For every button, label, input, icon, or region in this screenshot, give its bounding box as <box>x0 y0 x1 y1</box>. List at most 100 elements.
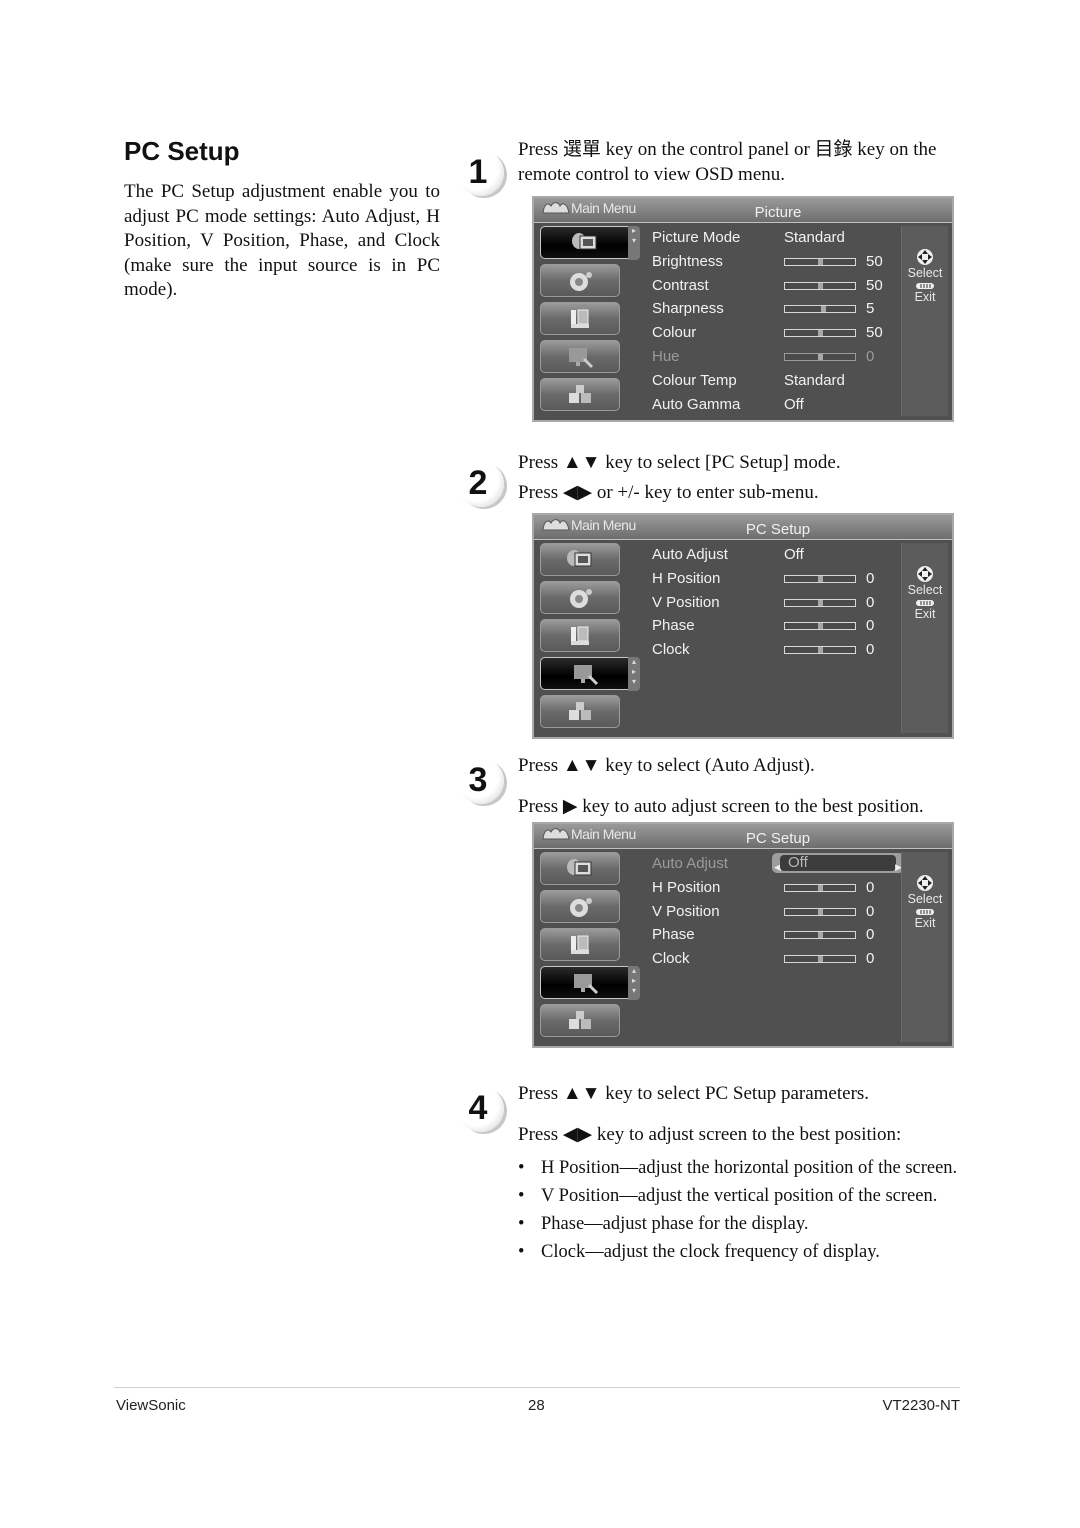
menu-key-icon <box>916 909 934 915</box>
osd-slider[interactable] <box>784 598 856 607</box>
osd-item[interactable]: H Position 0 <box>652 567 914 591</box>
osd-slider[interactable] <box>784 622 856 631</box>
osd-tab-setup[interactable] <box>540 1004 620 1037</box>
osd-item-number: 0 <box>866 878 875 896</box>
osd-item[interactable]: Auto Adjust Off <box>652 543 914 567</box>
osd-slider[interactable] <box>784 883 856 892</box>
display-icon <box>566 307 594 331</box>
slider-thumb[interactable] <box>818 282 823 289</box>
osd-tab-audio[interactable] <box>540 581 620 614</box>
osd-item[interactable]: V Position 0 <box>652 591 914 615</box>
osd-item[interactable]: Phase 0 <box>652 923 914 947</box>
osd-tab-setup[interactable] <box>540 695 620 728</box>
osd-help-panel: Select Exit <box>901 543 948 733</box>
slider-thumb[interactable] <box>818 884 823 891</box>
osd-item-label: Brightness <box>652 252 723 270</box>
slider-thumb[interactable] <box>818 647 823 654</box>
osd-item[interactable]: Auto Gamma Off <box>652 393 914 417</box>
pc-setup-icon <box>566 345 594 369</box>
select-hint: Select <box>907 583 943 597</box>
osd-slider[interactable] <box>784 646 856 655</box>
step-1-badge: 1 <box>458 150 504 196</box>
osd-slider[interactable] <box>784 329 856 338</box>
slider-thumb[interactable] <box>821 306 826 313</box>
step-2-line-2: Press ◀▶ or +/- key to enter sub-menu. <box>518 482 819 503</box>
osd-item-label: Colour Temp <box>652 371 737 389</box>
osd-slider[interactable] <box>784 281 856 290</box>
osd-tab-display[interactable] <box>540 302 620 335</box>
osd-item-number: 0 <box>866 902 875 920</box>
osd-slider[interactable] <box>784 574 856 583</box>
osd-item-label: Auto Adjust <box>652 855 728 872</box>
osd-item[interactable]: Clock 0 <box>652 947 914 971</box>
audio-icon <box>566 895 594 919</box>
osd-value-selector[interactable]: ◀ Off ▶ <box>772 853 904 873</box>
step-4-line-2: Press ◀▶ key to adjust screen to the bes… <box>518 1124 902 1145</box>
navigation-pad-icon <box>917 249 933 265</box>
osd-tab-audio[interactable] <box>540 264 620 297</box>
osd-slider[interactable] <box>784 352 856 361</box>
osd-header: Main Menu PC Setup <box>534 824 952 849</box>
step-3-badge: 3 <box>458 758 504 804</box>
setup-icon <box>566 700 594 724</box>
slider-thumb[interactable] <box>818 353 823 360</box>
osd-slider[interactable] <box>784 907 856 916</box>
step-2-line-1: Press ▲▼ key to select [PC Setup] mode. <box>518 452 841 473</box>
slider-thumb[interactable] <box>818 330 823 337</box>
slider-thumb[interactable] <box>818 956 823 963</box>
osd-sidebar: ▴ ▸ ▾ <box>536 850 640 1044</box>
osd-slider[interactable] <box>784 955 856 964</box>
osd-item[interactable]: Brightness 50 <box>652 250 914 274</box>
osd-item-number: 50 <box>866 276 883 294</box>
osd-tab-picture[interactable] <box>540 852 620 885</box>
osd-item[interactable]: H Position 0 <box>652 876 914 900</box>
osd-item[interactable]: Picture Mode Standard <box>652 226 914 250</box>
slider-thumb[interactable] <box>818 575 823 582</box>
osd-tab-setup[interactable] <box>540 378 620 411</box>
osd-tab-display[interactable] <box>540 619 620 652</box>
osd-item[interactable]: Contrast 50 <box>652 274 914 298</box>
osd-item[interactable]: Colour Temp Standard <box>652 369 914 393</box>
osd-tab-display[interactable] <box>540 928 620 961</box>
osd-item-label: Hue <box>652 347 680 365</box>
osd-tab-picture[interactable] <box>540 543 620 576</box>
slider-thumb[interactable] <box>818 599 823 606</box>
osd-item-list: Picture Mode Standard Brightness 50 Contrast… <box>652 226 914 416</box>
osd-item-number: 0 <box>866 950 875 968</box>
osd-item-label: Phase <box>652 617 695 635</box>
osd-item[interactable]: Hue 0 <box>652 345 914 369</box>
osd-tab-pc-setup[interactable] <box>540 966 632 999</box>
osd-item-number: 0 <box>866 593 875 611</box>
picture-icon <box>566 548 594 572</box>
parameter-item: • H Position—adjust the horizontal positi… <box>518 1154 978 1182</box>
menu-key-icon <box>916 600 934 606</box>
osd-item[interactable]: Auto Adjust ◀ Off ▶ <box>652 852 914 876</box>
slider-thumb[interactable] <box>818 623 823 630</box>
bullet-icon: • <box>518 1214 525 1234</box>
osd-tab-pc-setup[interactable] <box>540 657 632 690</box>
osd-slider[interactable] <box>784 931 856 940</box>
slider-thumb[interactable] <box>818 908 823 915</box>
osd-slider[interactable] <box>784 305 856 314</box>
osd-item[interactable]: Sharpness 5 <box>652 297 914 321</box>
step-4-text: Press ▲▼ key to select PC Setup paramete… <box>518 1073 968 1155</box>
osd-item[interactable]: V Position 0 <box>652 900 914 924</box>
parameter-item: • Phase—adjust phase for the display. <box>518 1210 978 1238</box>
pc-setup-icon <box>571 662 599 686</box>
step-1-line-1: Press 選單 key on the control panel or 目錄 … <box>518 139 937 185</box>
osd-item[interactable]: Clock 0 <box>652 638 914 662</box>
osd-tab-pc-setup[interactable] <box>540 340 620 373</box>
osd-tab-picture[interactable] <box>540 226 632 259</box>
osd-item-label: Colour <box>652 324 697 342</box>
slider-thumb[interactable] <box>818 932 823 939</box>
parameter-item: • V Position—adjust the vertical position… <box>518 1182 978 1210</box>
osd-slider[interactable] <box>784 257 856 266</box>
osd-tab-audio[interactable] <box>540 890 620 923</box>
slider-thumb[interactable] <box>818 258 823 265</box>
bullet-icon: • <box>518 1242 525 1262</box>
step-3-text: Press ▲▼ key to select (Auto Adjust). Pr… <box>518 745 968 827</box>
osd-item[interactable]: Colour 50 <box>652 321 914 345</box>
parameter-list: • H Position—adjust the horizontal positi… <box>518 1154 978 1266</box>
footer-model: VT2230-NT <box>882 1397 960 1414</box>
osd-item[interactable]: Phase 0 <box>652 614 914 638</box>
